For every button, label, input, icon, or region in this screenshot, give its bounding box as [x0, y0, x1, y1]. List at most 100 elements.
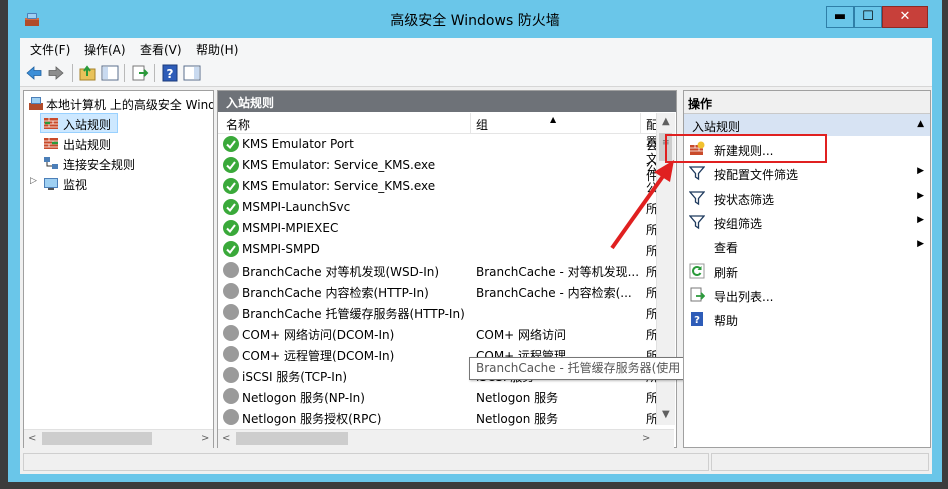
- menu-bar: 文件(F) 操作(A) 查看(V) 帮助(H): [20, 38, 932, 60]
- table-row[interactable]: KMS Emulator: Service_KMS.exe公用: [218, 155, 658, 176]
- outbound-rules-icon: [44, 138, 58, 149]
- action-item[interactable]: 按组筛选 ▶: [684, 210, 930, 234]
- tree-pane: 本地计算机 上的高级安全 Windows 防火墙 入站规则 出站规则: [23, 90, 214, 448]
- submenu-arrow-icon: ▶: [917, 166, 924, 177]
- scrollbar-thumb[interactable]: [236, 432, 348, 445]
- rules-pane-header: 入站规则: [218, 91, 676, 112]
- action-item[interactable]: 导出列表...: [684, 283, 930, 307]
- rules-horizontal-scrollbar[interactable]: < >: [218, 429, 674, 448]
- rule-name: KMS Emulator: Service_KMS.exe: [242, 158, 436, 172]
- rule-name: MSMPI-LaunchSvc: [242, 200, 351, 214]
- enabled-check-icon: [223, 241, 239, 257]
- show-action-pane-icon[interactable]: [182, 63, 202, 83]
- action-item-label: 按配置文件筛选: [714, 168, 799, 183]
- rule-name: iSCSI 服务(TCP-In): [242, 370, 348, 384]
- action-item-label: 帮助: [714, 314, 739, 329]
- column-group[interactable]: 组: [476, 116, 488, 133]
- close-button[interactable]: ✕: [882, 6, 928, 28]
- action-item-label: 按组筛选: [714, 216, 763, 231]
- tree-item-label: 监视: [63, 178, 88, 192]
- column-divider[interactable]: [640, 113, 641, 133]
- tree-item-outbound-rules[interactable]: 出站规则: [40, 133, 190, 153]
- table-row[interactable]: COM+ 网络访问(DCOM-In)COM+ 网络访问所有: [218, 323, 658, 344]
- tree-root[interactable]: 本地计算机 上的高级安全 Windows 防火墙: [24, 93, 213, 113]
- scroll-right-icon[interactable]: >: [201, 433, 209, 444]
- action-item-label: 刷新: [714, 265, 739, 280]
- help-icon[interactable]: ?: [160, 63, 180, 83]
- help-icon: ?: [689, 311, 705, 327]
- menu-view[interactable]: 查看(V): [140, 41, 182, 58]
- table-row[interactable]: BranchCache 托管缓存服务器(HTTP-In)所有: [218, 302, 658, 323]
- table-row[interactable]: BranchCache 内容检索(HTTP-In) BranchCache - 内…: [218, 281, 658, 302]
- action-item[interactable]: 查看 ▶: [684, 234, 930, 258]
- sort-ascending-icon: ▲: [550, 115, 557, 124]
- enabled-check-icon: [223, 136, 239, 152]
- monitoring-icon: [44, 178, 58, 190]
- actions-list: 新建规则... 按配置文件筛选 ▶ 按状态筛选 ▶ 按组筛选 ▶ 查看 ▶ 刷新 导出列表...? 帮…: [684, 137, 930, 447]
- tree-item-monitoring[interactable]: ▷ 监视: [28, 173, 178, 193]
- rule-name: Netlogon 服务授权(RPC): [242, 412, 382, 426]
- action-item[interactable]: 按状态筛选 ▶: [684, 186, 930, 210]
- action-item-label: 按状态筛选: [714, 192, 775, 207]
- firewall-window: 高级安全 Windows 防火墙 ▬ ☐ ✕ 文件(F) 操作(A) 查看(V)…: [8, 0, 942, 482]
- table-row[interactable]: MSMPI-SMPD所有: [218, 239, 658, 260]
- scroll-up-icon[interactable]: ▲: [662, 116, 670, 127]
- rule-group: BranchCache - 对等机发现...: [476, 265, 640, 279]
- disabled-rule-icon: [223, 262, 239, 278]
- table-row[interactable]: KMS Emulator: Service_KMS.exe公用: [218, 176, 658, 197]
- enabled-check-icon: [223, 157, 239, 173]
- connection-security-icon: [44, 157, 58, 169]
- rule-name: BranchCache 托管缓存服务器(HTTP-In): [242, 307, 465, 321]
- submenu-arrow-icon: ▶: [917, 190, 924, 201]
- disabled-rule-icon: [223, 346, 239, 362]
- title-bar[interactable]: 高级安全 Windows 防火墙 ▬ ☐ ✕: [8, 0, 942, 38]
- action-item[interactable]: 按配置文件筛选 ▶: [684, 161, 930, 185]
- show-hide-tree-icon[interactable]: [100, 63, 120, 83]
- up-folder-icon[interactable]: [78, 63, 98, 83]
- column-divider[interactable]: [470, 113, 471, 133]
- scrollbar-thumb[interactable]: [42, 432, 152, 445]
- table-row[interactable]: BranchCache 对等机发现(WSD-In) BranchCache - 对…: [218, 260, 658, 281]
- disabled-rule-icon: [223, 304, 239, 320]
- rule-group: Netlogon 服务: [476, 412, 559, 426]
- window-title: 高级安全 Windows 防火墙: [390, 13, 560, 29]
- tree-item-connection-security-rules[interactable]: 连接安全规则: [40, 153, 190, 173]
- minimize-button[interactable]: ▬: [826, 6, 854, 28]
- table-row[interactable]: KMS Emulator Port公用: [218, 134, 658, 155]
- collapse-arrow-icon[interactable]: ▲: [917, 119, 924, 129]
- submenu-arrow-icon: ▶: [917, 239, 924, 250]
- column-name[interactable]: 名称: [226, 116, 250, 133]
- toolbar-separator: [72, 64, 73, 82]
- table-row[interactable]: Netlogon 服务(NP-In)Netlogon 服务所有: [218, 386, 658, 407]
- tree-root-label: 本地计算机 上的高级安全 Windows 防火墙: [46, 98, 213, 112]
- rule-name: MSMPI-MPIEXEC: [242, 221, 339, 235]
- rule-name: BranchCache 内容检索(HTTP-In): [242, 286, 429, 300]
- svg-text:?: ?: [167, 67, 174, 81]
- menu-action[interactable]: 操作(A): [84, 41, 126, 58]
- tree-item-inbound-rules[interactable]: 入站规则: [40, 113, 118, 133]
- scroll-left-icon[interactable]: <: [222, 433, 230, 444]
- menu-file[interactable]: 文件(F): [30, 41, 70, 58]
- forward-arrow-icon[interactable]: [46, 63, 66, 83]
- rule-name: COM+ 远程管理(DCOM-In): [242, 349, 395, 363]
- scroll-down-icon[interactable]: ▼: [662, 409, 670, 420]
- scroll-left-icon[interactable]: <: [28, 433, 36, 444]
- status-cell-main: [23, 453, 709, 471]
- disabled-rule-icon: [223, 388, 239, 404]
- table-row[interactable]: MSMPI-MPIEXEC所有: [218, 218, 658, 239]
- tree-horizontal-scrollbar[interactable]: < >: [24, 429, 213, 448]
- expand-arrow-icon[interactable]: ▷: [30, 176, 37, 186]
- scroll-right-icon[interactable]: >: [642, 433, 650, 444]
- action-item[interactable]: 刷新: [684, 259, 930, 283]
- action-item[interactable]: ? 帮助: [684, 307, 930, 331]
- export-list-icon[interactable]: [130, 63, 150, 83]
- rule-name: COM+ 网络访问(DCOM-In): [242, 328, 395, 342]
- table-row[interactable]: MSMPI-LaunchSvc所有: [218, 197, 658, 218]
- actions-section-inbound-rules[interactable]: 入站规则 ▲: [684, 114, 930, 136]
- menu-help[interactable]: 帮助(H): [196, 41, 238, 58]
- back-arrow-icon[interactable]: [24, 63, 44, 83]
- table-row[interactable]: Netlogon 服务授权(RPC)Netlogon 服务所有: [218, 407, 658, 426]
- maximize-button[interactable]: ☐: [854, 6, 882, 28]
- actions-title: 操作: [688, 97, 713, 111]
- rule-group: COM+ 网络访问: [476, 328, 567, 342]
